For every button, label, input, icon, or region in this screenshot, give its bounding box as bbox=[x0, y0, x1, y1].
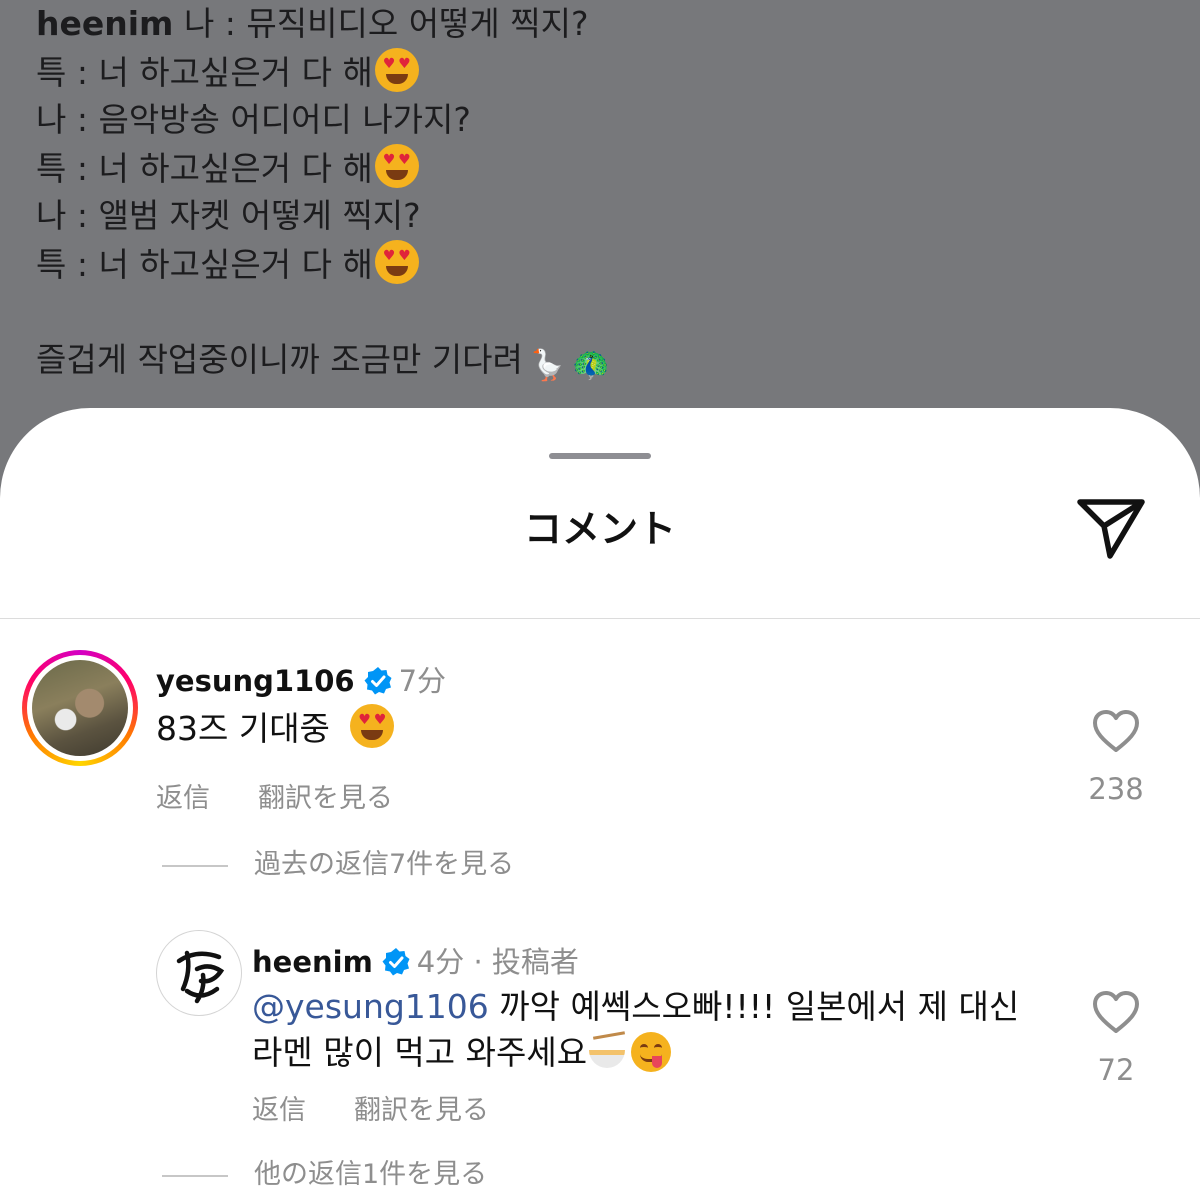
comment-timestamp: 4分 bbox=[416, 945, 465, 979]
caption-line-4: 특 : 너 하고싶은거 다 해 ♥ ♥ bbox=[36, 144, 1166, 192]
see-translation-button[interactable]: 翻訳を見る bbox=[354, 1095, 489, 1126]
avatar bbox=[32, 660, 128, 756]
caption-line-1: heenim 나 : 뮤직비디오 어떻게 찍지? bbox=[36, 0, 1166, 48]
mention-link[interactable]: @yesung1106 bbox=[252, 987, 489, 1026]
comment-body: 83즈 기대중 bbox=[156, 709, 330, 748]
peacock-emoji: 🦚 bbox=[572, 348, 610, 383]
comment-username[interactable]: heenim bbox=[252, 945, 373, 979]
signature-logo bbox=[176, 950, 225, 1004]
comment-actions: 返信 翻訳を見る bbox=[252, 1088, 537, 1127]
like-control: 72 bbox=[1071, 989, 1161, 1087]
caption-line-5: 나 : 앨범 자켓 어떻게 찍지? bbox=[36, 192, 1166, 240]
author-badge: 投稿者 bbox=[491, 945, 579, 979]
caption-line-2: 특 : 너 하고싶은거 다 해 ♥ ♥ bbox=[36, 48, 1166, 96]
post-caption: heenim 나 : 뮤직비디오 어떻게 찍지? 특 : 너 하고싶은거 다 해… bbox=[36, 0, 1166, 384]
caption-text: 나 : 앨범 자켓 어떻게 찍지? bbox=[36, 196, 421, 235]
verified-badge-icon bbox=[382, 948, 410, 976]
sheet-title: コメント bbox=[523, 507, 676, 551]
yum-emoji bbox=[631, 1032, 672, 1072]
caption-text: 나 : 뮤직비디오 어떻게 찍지? bbox=[183, 4, 589, 43]
heart-icon[interactable] bbox=[1091, 708, 1141, 754]
avatar-story-ring[interactable] bbox=[22, 650, 138, 766]
comment-actions: 返信 翻訳を見る bbox=[156, 776, 441, 815]
see-translation-button[interactable]: 翻訳を見る bbox=[258, 783, 393, 814]
comment-header: heenim 4分 · 投稿者 bbox=[252, 945, 579, 979]
replies-line bbox=[162, 864, 228, 867]
comment-text: @yesung1106 까악 예쎅스오빠!!!! 일본에서 제 대신 라멘 많이… bbox=[252, 984, 1042, 1076]
sheet-drag-handle[interactable] bbox=[549, 453, 651, 459]
caption-line-6: 특 : 너 하고싶은거 다 해 ♥ ♥ bbox=[36, 240, 1166, 288]
heart-eyes-emoji: ♥ ♥ bbox=[374, 240, 419, 284]
comments-sheet: コメント yesung1106 7分 83즈 기대중 ♥ ♥ 返信 翻訳を見る 過去の… bbox=[0, 408, 1200, 1190]
heart-eyes-emoji: ♥ ♥ bbox=[350, 704, 395, 748]
view-replies-button[interactable]: 過去の返信7件を見る bbox=[162, 842, 514, 881]
ramen-emoji bbox=[587, 1031, 627, 1072]
like-count: 72 bbox=[1097, 1053, 1135, 1087]
reply-button[interactable]: 返信 bbox=[156, 783, 210, 814]
like-control: 238 bbox=[1071, 708, 1161, 806]
heart-eyes-emoji: ♥ ♥ bbox=[374, 48, 419, 92]
caption-text: 나 : 음악방송 어디어디 나가지? bbox=[36, 100, 471, 139]
heart-icon[interactable] bbox=[1091, 989, 1141, 1035]
caption-line-3: 나 : 음악방송 어디어디 나가지? bbox=[36, 96, 1166, 144]
comment-text: 83즈 기대중 ♥ ♥ bbox=[156, 704, 395, 752]
caption-closing-line: 즐겁게 작업중이니까 조금만 기다려 🪿 🦚 bbox=[36, 336, 1166, 384]
comment-header: yesung1106 7分 bbox=[156, 658, 446, 700]
comment-body: 까악 예쎅스오빠!!!! 일본에서 제 대신 bbox=[499, 987, 1020, 1026]
paper-plane-icon[interactable] bbox=[1074, 490, 1148, 564]
avatar[interactable] bbox=[156, 930, 242, 1016]
caption-author[interactable]: heenim bbox=[36, 4, 173, 43]
comment-username[interactable]: yesung1106 bbox=[156, 664, 355, 698]
goose-emoji: 🪿 bbox=[528, 348, 567, 383]
caption-text: 즐겁게 작업중이니까 조금만 기다려 bbox=[36, 340, 523, 379]
comment-timestamp: 7分 bbox=[398, 664, 447, 698]
view-replies-button[interactable]: 他の返信1件を見る bbox=[162, 1152, 487, 1190]
reply-button[interactable]: 返信 bbox=[252, 1095, 306, 1126]
caption-text: 특 : 너 하고싶은거 다 해 bbox=[36, 245, 373, 284]
heart-eyes-emoji: ♥ ♥ bbox=[374, 144, 419, 188]
verified-badge-icon bbox=[364, 667, 392, 695]
view-replies-label: 過去の返信7件を見る bbox=[254, 849, 515, 880]
caption-text: 특 : 너 하고싶은거 다 해 bbox=[36, 53, 373, 92]
like-count: 238 bbox=[1088, 772, 1144, 806]
view-replies-label: 他の返信1件を見る bbox=[254, 1159, 488, 1190]
replies-line bbox=[162, 1174, 228, 1177]
comment-body: 라멘 많이 먹고 와주세요 bbox=[252, 1033, 588, 1072]
caption-text: 특 : 너 하고싶은거 다 해 bbox=[36, 149, 373, 188]
sheet-divider bbox=[0, 618, 1200, 619]
